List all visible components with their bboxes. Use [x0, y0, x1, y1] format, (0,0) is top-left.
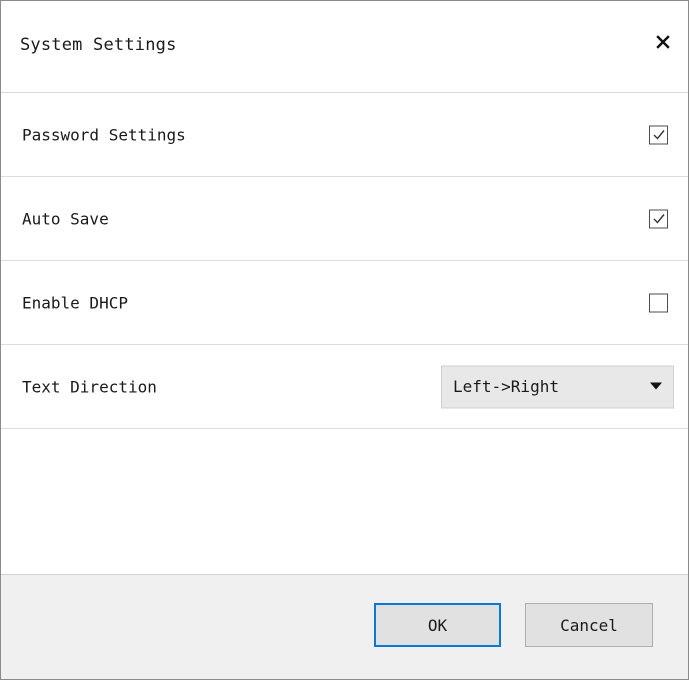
setting-label: Text Direction — [22, 377, 157, 396]
setting-row-text-direction: Text Direction Left->Right — [1, 345, 688, 429]
setting-row-dhcp: Enable DHCP — [1, 261, 688, 345]
cancel-button[interactable]: Cancel — [525, 603, 653, 647]
setting-label: Enable DHCP — [22, 293, 128, 312]
system-settings-dialog: System Settings Password Settings Auto S… — [0, 0, 689, 680]
auto-save-checkbox[interactable] — [649, 209, 668, 228]
setting-row-auto-save: Auto Save — [1, 177, 688, 261]
text-direction-select[interactable]: Left->Right — [441, 365, 674, 408]
dialog-footer: OK Cancel — [1, 574, 688, 679]
enable-dhcp-checkbox[interactable] — [649, 293, 668, 312]
ok-button[interactable]: OK — [374, 603, 501, 647]
settings-list: Password Settings Auto Save Enable DHCP — [1, 93, 688, 429]
text-direction-value: Left->Right — [453, 377, 559, 396]
password-settings-checkbox[interactable] — [649, 125, 668, 144]
setting-row-password: Password Settings — [1, 93, 688, 177]
dialog-title: System Settings — [20, 35, 177, 55]
close-button[interactable] — [650, 29, 676, 55]
setting-label: Auto Save — [22, 209, 109, 228]
title-bar: System Settings — [1, 1, 688, 93]
close-icon — [656, 35, 670, 49]
chevron-down-icon — [650, 382, 662, 390]
checkmark-icon — [653, 214, 665, 224]
setting-label: Password Settings — [22, 125, 186, 144]
checkmark-icon — [653, 130, 665, 140]
